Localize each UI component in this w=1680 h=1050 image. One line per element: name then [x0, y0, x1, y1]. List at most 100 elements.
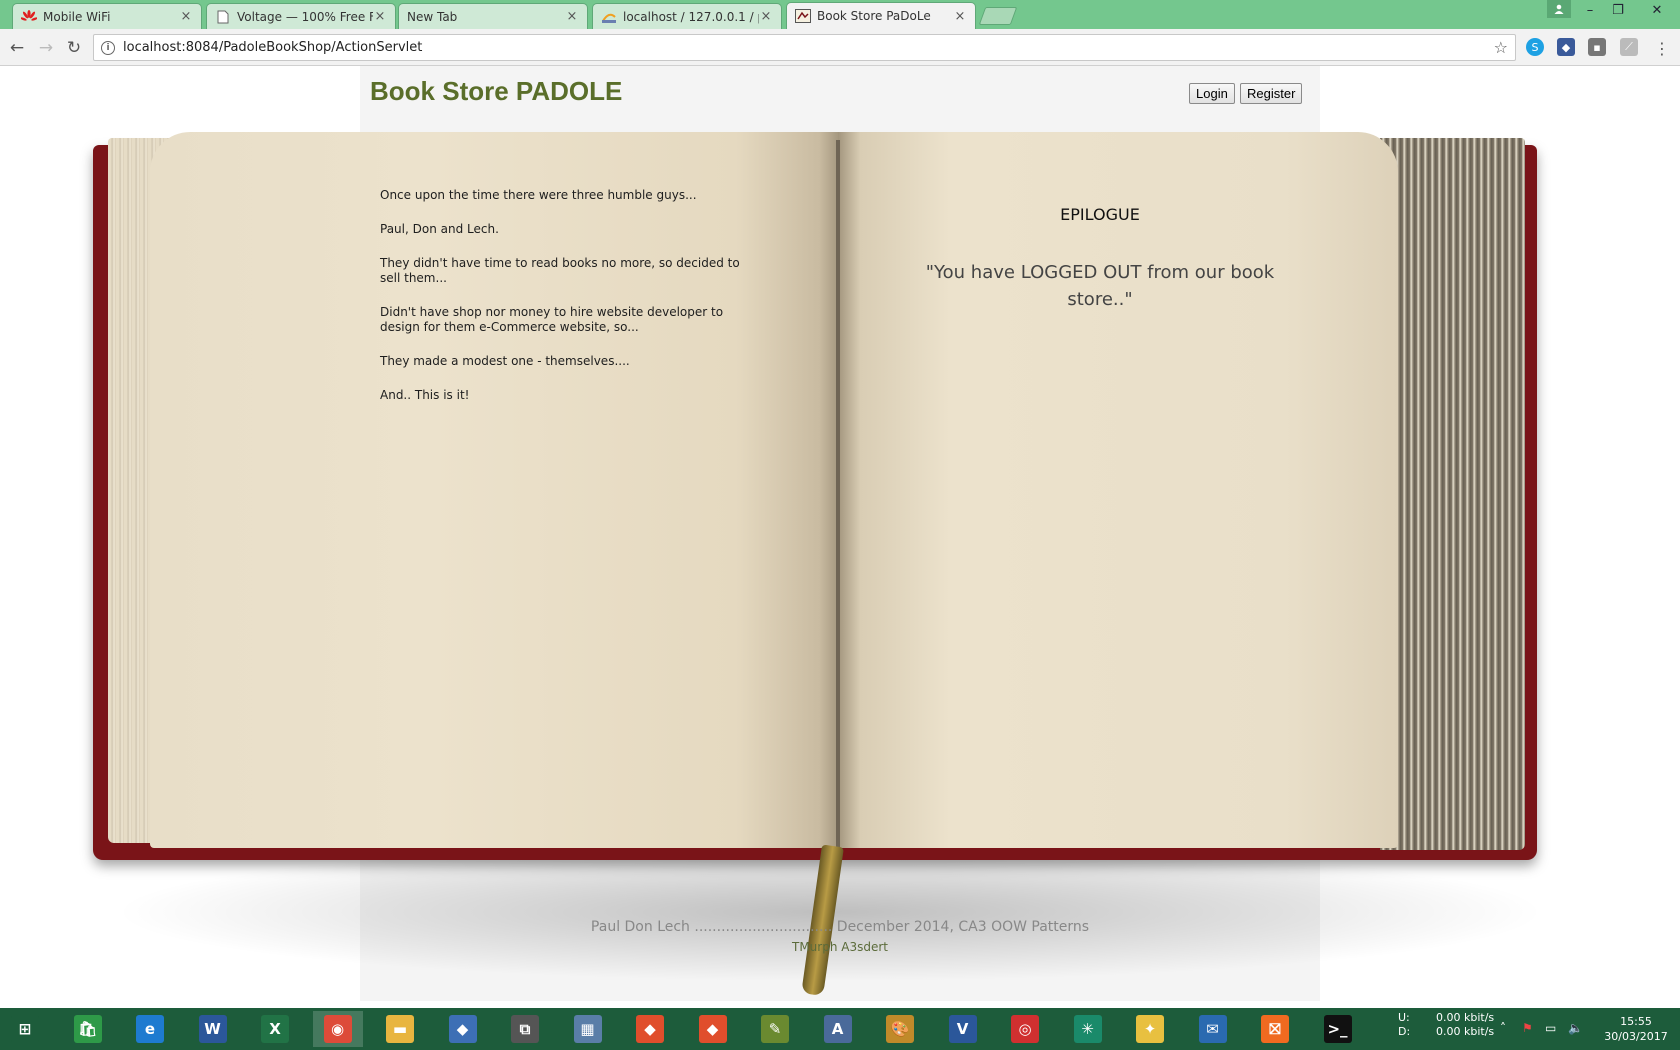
system-clock[interactable]: 15:55 30/03/2017	[1600, 1014, 1672, 1044]
taskbar-command-prompt-button[interactable]: >_	[1313, 1011, 1363, 1047]
back-button[interactable]: ←	[6, 37, 28, 59]
chrome-menu-icon[interactable]: ⋮	[1651, 37, 1673, 59]
sticky-notes-icon: ✦	[1136, 1015, 1164, 1043]
taskbar-visual-studio-button[interactable]: V	[938, 1011, 988, 1047]
tab-voltage[interactable]: Voltage — 100% Free Fu ×	[206, 3, 396, 29]
download-label: D:	[1398, 1025, 1411, 1038]
thunderbird-icon: ✉	[1198, 1015, 1227, 1043]
footer-credits: Paul Don Lech ..........................…	[590, 919, 1090, 935]
action-center-flag-icon[interactable]: ⚑	[1522, 1021, 1533, 1035]
windows-start-icon: ⊞	[11, 1015, 39, 1043]
tab-title: Book Store PaDoLe	[817, 9, 931, 23]
clock-date: 30/03/2017	[1604, 1030, 1668, 1043]
story-text: Once upon the time there were three humb…	[380, 188, 750, 422]
tab-title: New Tab	[407, 9, 458, 24]
taskbar-dictionary-button[interactable]: A	[813, 1011, 863, 1047]
tab-mobile-wifi[interactable]: Mobile WiFi ×	[12, 3, 202, 29]
browser-toolbar: ← → ↻ i localhost:8084/PadoleBookShop/Ac…	[0, 29, 1680, 66]
swirl-app-icon: ◎	[1011, 1015, 1039, 1043]
taskbar-virtualbox-button[interactable]: ◆	[438, 1011, 488, 1047]
address-bar[interactable]: i localhost:8084/PadoleBookShop/ActionSe…	[93, 34, 1516, 61]
url-text[interactable]: localhost:8084/PadoleBookShop/ActionServ…	[123, 40, 1494, 55]
site-info-icon[interactable]: i	[101, 40, 115, 55]
taskbar-notepad-button[interactable]: ✎	[750, 1011, 800, 1047]
store-icon: 🛍	[73, 1015, 102, 1043]
network-tool-icon: ⧉	[511, 1015, 539, 1043]
story-line: Once upon the time there were three humb…	[380, 188, 697, 202]
notepad-icon: ✎	[761, 1015, 789, 1043]
taskbar-git-button[interactable]: ◆	[625, 1011, 675, 1047]
new-tab-button[interactable]	[978, 7, 1018, 25]
reload-button[interactable]: ↻	[63, 37, 85, 59]
taskbar-windows-start-button[interactable]: ⊞	[0, 1011, 50, 1047]
paint-icon: 🎨	[886, 1015, 914, 1043]
book-store-icon	[795, 8, 811, 24]
taskbar-word-button[interactable]: W	[188, 1011, 238, 1047]
word-icon: W	[198, 1015, 227, 1043]
minimize-button[interactable]: –	[1576, 0, 1604, 20]
xampp-icon: ⛝	[1261, 1015, 1289, 1043]
git-icon: ◆	[636, 1015, 664, 1043]
gray-extension-icon[interactable]: ▪	[1588, 38, 1606, 56]
taskbar-file-explorer-button[interactable]: ▬	[375, 1011, 425, 1047]
tab-new-tab[interactable]: New Tab ×	[398, 3, 588, 29]
network-icon[interactable]: ▭	[1545, 1021, 1556, 1035]
skype-extension-icon[interactable]: S	[1526, 38, 1544, 56]
cube-extension-icon[interactable]: ◆	[1557, 38, 1575, 56]
restore-button[interactable]: ❐	[1604, 0, 1632, 20]
tab-title: localhost / 127.0.0.1 / pa	[623, 9, 759, 24]
virtualbox-icon: ◆	[448, 1015, 477, 1043]
tab-title: Mobile WiFi	[43, 9, 111, 24]
taskbar-swirl-app-button[interactable]: ◎	[1000, 1011, 1050, 1047]
taskbar-excel-button[interactable]: X	[250, 1011, 300, 1047]
taskbar-git-gui-button[interactable]: ◆	[688, 1011, 738, 1047]
huawei-icon	[21, 9, 37, 25]
taskbar-thunderbird-button[interactable]: ✉	[1188, 1011, 1238, 1047]
web-page: Book Store PADOLE Login Register Once up…	[0, 66, 1680, 1008]
taskbar-internet-explorer-button[interactable]: e	[125, 1011, 175, 1047]
git-gui-icon: ◆	[698, 1015, 727, 1043]
xml-tool-icon: ✳	[1073, 1015, 1102, 1043]
excel-icon: X	[261, 1015, 289, 1043]
tab-close-icon[interactable]: ×	[179, 9, 193, 24]
taskbar-store-button[interactable]: 🛍	[63, 1011, 113, 1047]
forward-button[interactable]: →	[35, 37, 57, 59]
tab-book-store[interactable]: Book Store PaDoLe ×	[786, 2, 976, 29]
taskbar-calculator-button[interactable]: ▦	[563, 1011, 613, 1047]
dictionary-icon: A	[823, 1015, 852, 1043]
volume-icon[interactable]: 🔈	[1568, 1021, 1583, 1035]
story-line: They didn't have time to read books no m…	[380, 256, 740, 285]
upload-label: U:	[1398, 1011, 1410, 1024]
taskbar-chrome-button[interactable]: ◉	[312, 1011, 363, 1047]
taskbar-xampp-button[interactable]: ⛝	[1250, 1011, 1300, 1047]
tab-close-icon[interactable]: ×	[759, 9, 773, 24]
taskbar-sticky-notes-button[interactable]: ✦	[1125, 1011, 1175, 1047]
window-close-button[interactable]: ✕	[1643, 0, 1671, 20]
epilogue-heading: EPILOGUE	[1060, 205, 1140, 224]
taskbar-xml-tool-button[interactable]: ✳	[1063, 1011, 1113, 1047]
command-prompt-icon: >_	[1323, 1015, 1352, 1043]
story-line: And.. This is it!	[380, 388, 470, 402]
tab-strip: Mobile WiFi × Voltage — 100% Free Fu × N…	[0, 0, 1680, 29]
document-icon	[215, 9, 231, 25]
tray-expand-icon[interactable]: ˄	[1500, 1021, 1506, 1035]
taskbar-paint-button[interactable]: 🎨	[875, 1011, 925, 1047]
tab-close-icon[interactable]: ×	[373, 9, 387, 24]
book-content: Once upon the time there were three humb…	[360, 66, 1320, 1001]
clock-time: 15:55	[1620, 1015, 1652, 1028]
logout-message: "You have LOGGED OUT from our book store…	[925, 262, 1275, 310]
bookmark-star-icon[interactable]: ☆	[1494, 38, 1508, 57]
tab-close-icon[interactable]: ×	[565, 9, 579, 24]
taskbar-network-tool-button[interactable]: ⧉	[500, 1011, 550, 1047]
tab-close-icon[interactable]: ×	[953, 9, 967, 24]
internet-explorer-icon: e	[136, 1015, 164, 1043]
pdf-extension-icon[interactable]: ⟋	[1620, 38, 1638, 56]
tab-phpmyadmin[interactable]: localhost / 127.0.0.1 / pa ×	[592, 3, 782, 29]
footer-author: TMurph A3sdert	[792, 940, 888, 954]
tab-title: Voltage — 100% Free Fu	[237, 9, 373, 24]
story-line: Paul, Don and Lech.	[380, 222, 499, 236]
visual-studio-icon: V	[948, 1015, 977, 1043]
phpmyadmin-icon	[601, 9, 617, 25]
file-explorer-icon: ▬	[386, 1015, 414, 1043]
user-profile-icon[interactable]	[1547, 0, 1571, 18]
